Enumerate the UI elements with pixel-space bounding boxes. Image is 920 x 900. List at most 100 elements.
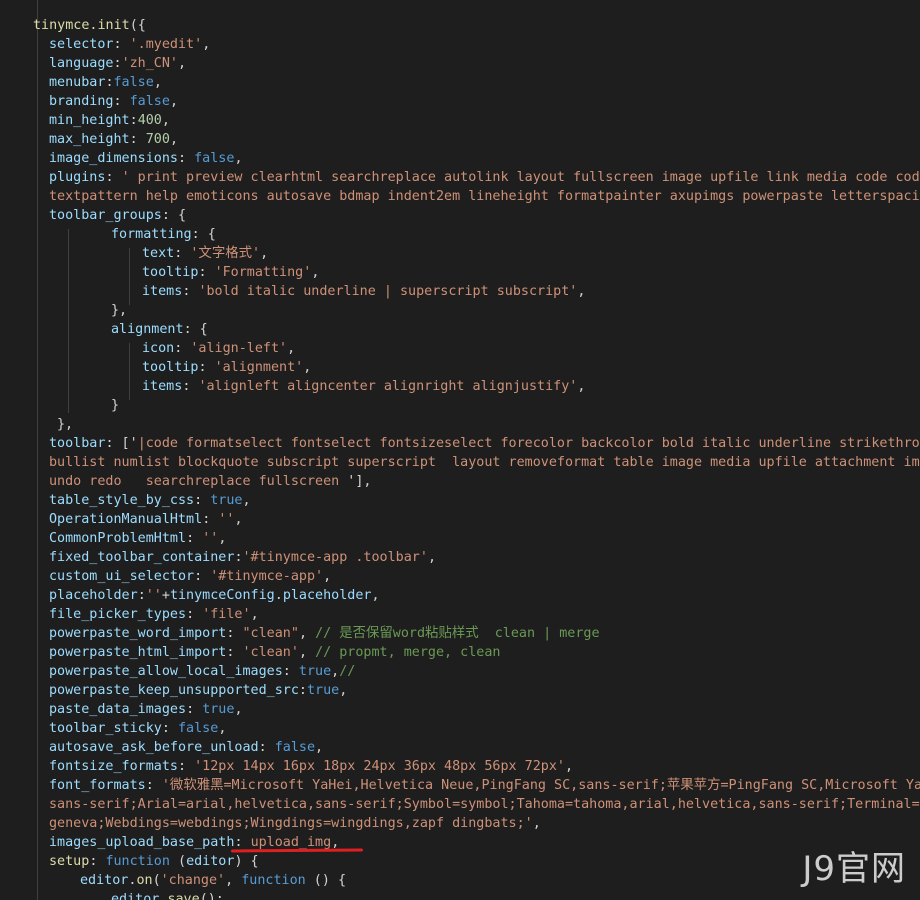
code-token: // 是否保留word粘贴样式 clean | merge — [315, 626, 600, 641]
code-token: true — [298, 664, 332, 679]
code-token: table_style_by_css — [49, 493, 195, 508]
code-line: menubar:false, — [49, 73, 162, 92]
code-token: 'change' — [160, 873, 226, 888]
code-token: : — [298, 683, 307, 698]
code-line: fontsize_formats: '12px 14px 16px 18px 2… — [49, 757, 573, 776]
code-token: : — [113, 94, 130, 109]
code-line: custom_ui_selector: '#tinymce-app', — [49, 567, 331, 586]
code-token: : — [182, 284, 199, 299]
code-token: , — [250, 607, 259, 622]
code-line: CommonProblemHtml: '', — [49, 529, 226, 548]
code-token: toolbar — [49, 436, 106, 451]
code-token: 'bold italic underline | superscript sub… — [198, 284, 578, 299]
code-line: alignment: { — [111, 320, 208, 339]
code-token: : — [129, 132, 146, 147]
code-token: 'Formatting' — [214, 265, 312, 280]
code-token: ( — [169, 854, 187, 869]
code-line: powerpaste_keep_unsupported_src:true, — [49, 681, 347, 700]
code-token: function — [105, 854, 170, 869]
code-token: false — [178, 721, 219, 736]
code-line: toolbar: ['|code formatselect fontselect… — [49, 434, 920, 453]
watermark-logo: J9官网 — [802, 849, 906, 889]
code-token: undo redo searchreplace fullscreen — [49, 474, 348, 489]
code-token: : — [145, 778, 162, 793]
code-token: : — [137, 588, 146, 603]
code-token: toolbar_groups — [49, 208, 162, 223]
code-token: , — [169, 132, 178, 147]
code-line: }, — [111, 301, 127, 320]
code-token: // — [339, 664, 356, 679]
code-token: : — [202, 512, 219, 527]
code-token: , — [427, 550, 436, 565]
code-line: geneva;Webdings=webdings;Wingdings=wingd… — [49, 814, 541, 833]
code-token: tinymce.init — [33, 18, 130, 33]
code-token: on — [136, 873, 153, 888]
code-token: '文字格式' — [190, 246, 261, 261]
code-token: , — [311, 265, 320, 280]
code-token: fixed_toolbar_container — [49, 550, 235, 565]
code-token: , — [218, 721, 227, 736]
code-token: editor — [80, 873, 129, 888]
code-token: '#tinymce-app' — [210, 569, 324, 584]
code-line: tooltip: 'alignment', — [142, 358, 311, 377]
code-token: true — [202, 702, 235, 717]
code-token: , — [287, 341, 296, 356]
code-token: : — [198, 360, 215, 375]
code-line: selector: '.myedit', — [49, 35, 210, 54]
code-token: max_height — [49, 132, 130, 147]
code-token: 'file' — [202, 607, 251, 622]
code-line: fixed_toolbar_container:'#tinymce-app .t… — [49, 548, 436, 567]
code-line: icon: 'align-left', — [142, 339, 295, 358]
code-token: , — [564, 759, 574, 774]
code-token: custom_ui_selector — [49, 569, 195, 584]
code-token: : — [226, 645, 243, 660]
code-token: |code formatselect fontselect fontsizese… — [137, 436, 920, 451]
code-token: , — [234, 702, 243, 717]
code-token: false — [129, 94, 170, 109]
code-token: , — [169, 94, 178, 109]
code-token: }, — [57, 417, 74, 432]
code-line: autosave_ask_before_unload: false, — [49, 738, 323, 757]
code-token: , — [153, 75, 162, 90]
code-token: '微软雅黑=Microsoft YaHei,Helvetica Neue,Pin… — [161, 778, 920, 793]
code-line: table_style_by_css: true, — [49, 491, 251, 510]
code-line: setup: function (editor) { — [49, 852, 259, 871]
code-token: true — [306, 683, 340, 698]
code-token: OperationManualHtml — [49, 512, 203, 527]
code-token: '.myedit' — [129, 37, 203, 52]
code-line: plugins: ' print preview clearhtml searc… — [49, 168, 920, 187]
code-token: placeholder — [49, 588, 138, 603]
code-token: plugins — [49, 170, 106, 185]
code-token: tooltip — [142, 265, 199, 280]
code-line: sans-serif;Arial=arial,helvetica,sans-se… — [49, 795, 920, 814]
code-token: '' — [145, 588, 162, 603]
indent-guide — [129, 248, 130, 305]
code-token: false — [113, 75, 154, 90]
indent-guide — [129, 343, 130, 400]
code-token: : — [194, 569, 211, 584]
code-line: OperationManualHtml: '', — [49, 510, 243, 529]
code-token: save — [167, 892, 200, 900]
code-token: bullist numlist blockquote subscript sup… — [49, 455, 920, 470]
code-line: powerpaste_html_import: 'clean', // prop… — [49, 643, 501, 662]
code-token: : — [186, 531, 203, 546]
code-token: , — [298, 645, 316, 660]
code-token: : { — [183, 322, 208, 337]
code-line: min_height:400, — [49, 111, 170, 130]
code-token: : { — [191, 227, 216, 242]
code-editor[interactable]: tinymce.init({selector: '.myedit', langua… — [0, 0, 920, 900]
code-token: 'alignment' — [214, 360, 304, 375]
code-line: items: 'bold italic underline | superscr… — [142, 282, 585, 301]
code-token: : — [113, 37, 130, 52]
code-token: '' — [218, 512, 235, 527]
code-token: setup — [49, 854, 90, 869]
code-token: 400 — [137, 113, 162, 128]
code-line: paste_data_images: true, — [49, 700, 243, 719]
code-token: paste_data_images — [49, 702, 187, 717]
code-token: file_picker_types — [49, 607, 187, 622]
code-token: toolbar_sticky — [49, 721, 162, 736]
code-token: , — [303, 360, 312, 375]
code-token: : — [198, 265, 215, 280]
code-token: image_dimensions — [49, 151, 178, 166]
code-token: text — [142, 246, 175, 261]
